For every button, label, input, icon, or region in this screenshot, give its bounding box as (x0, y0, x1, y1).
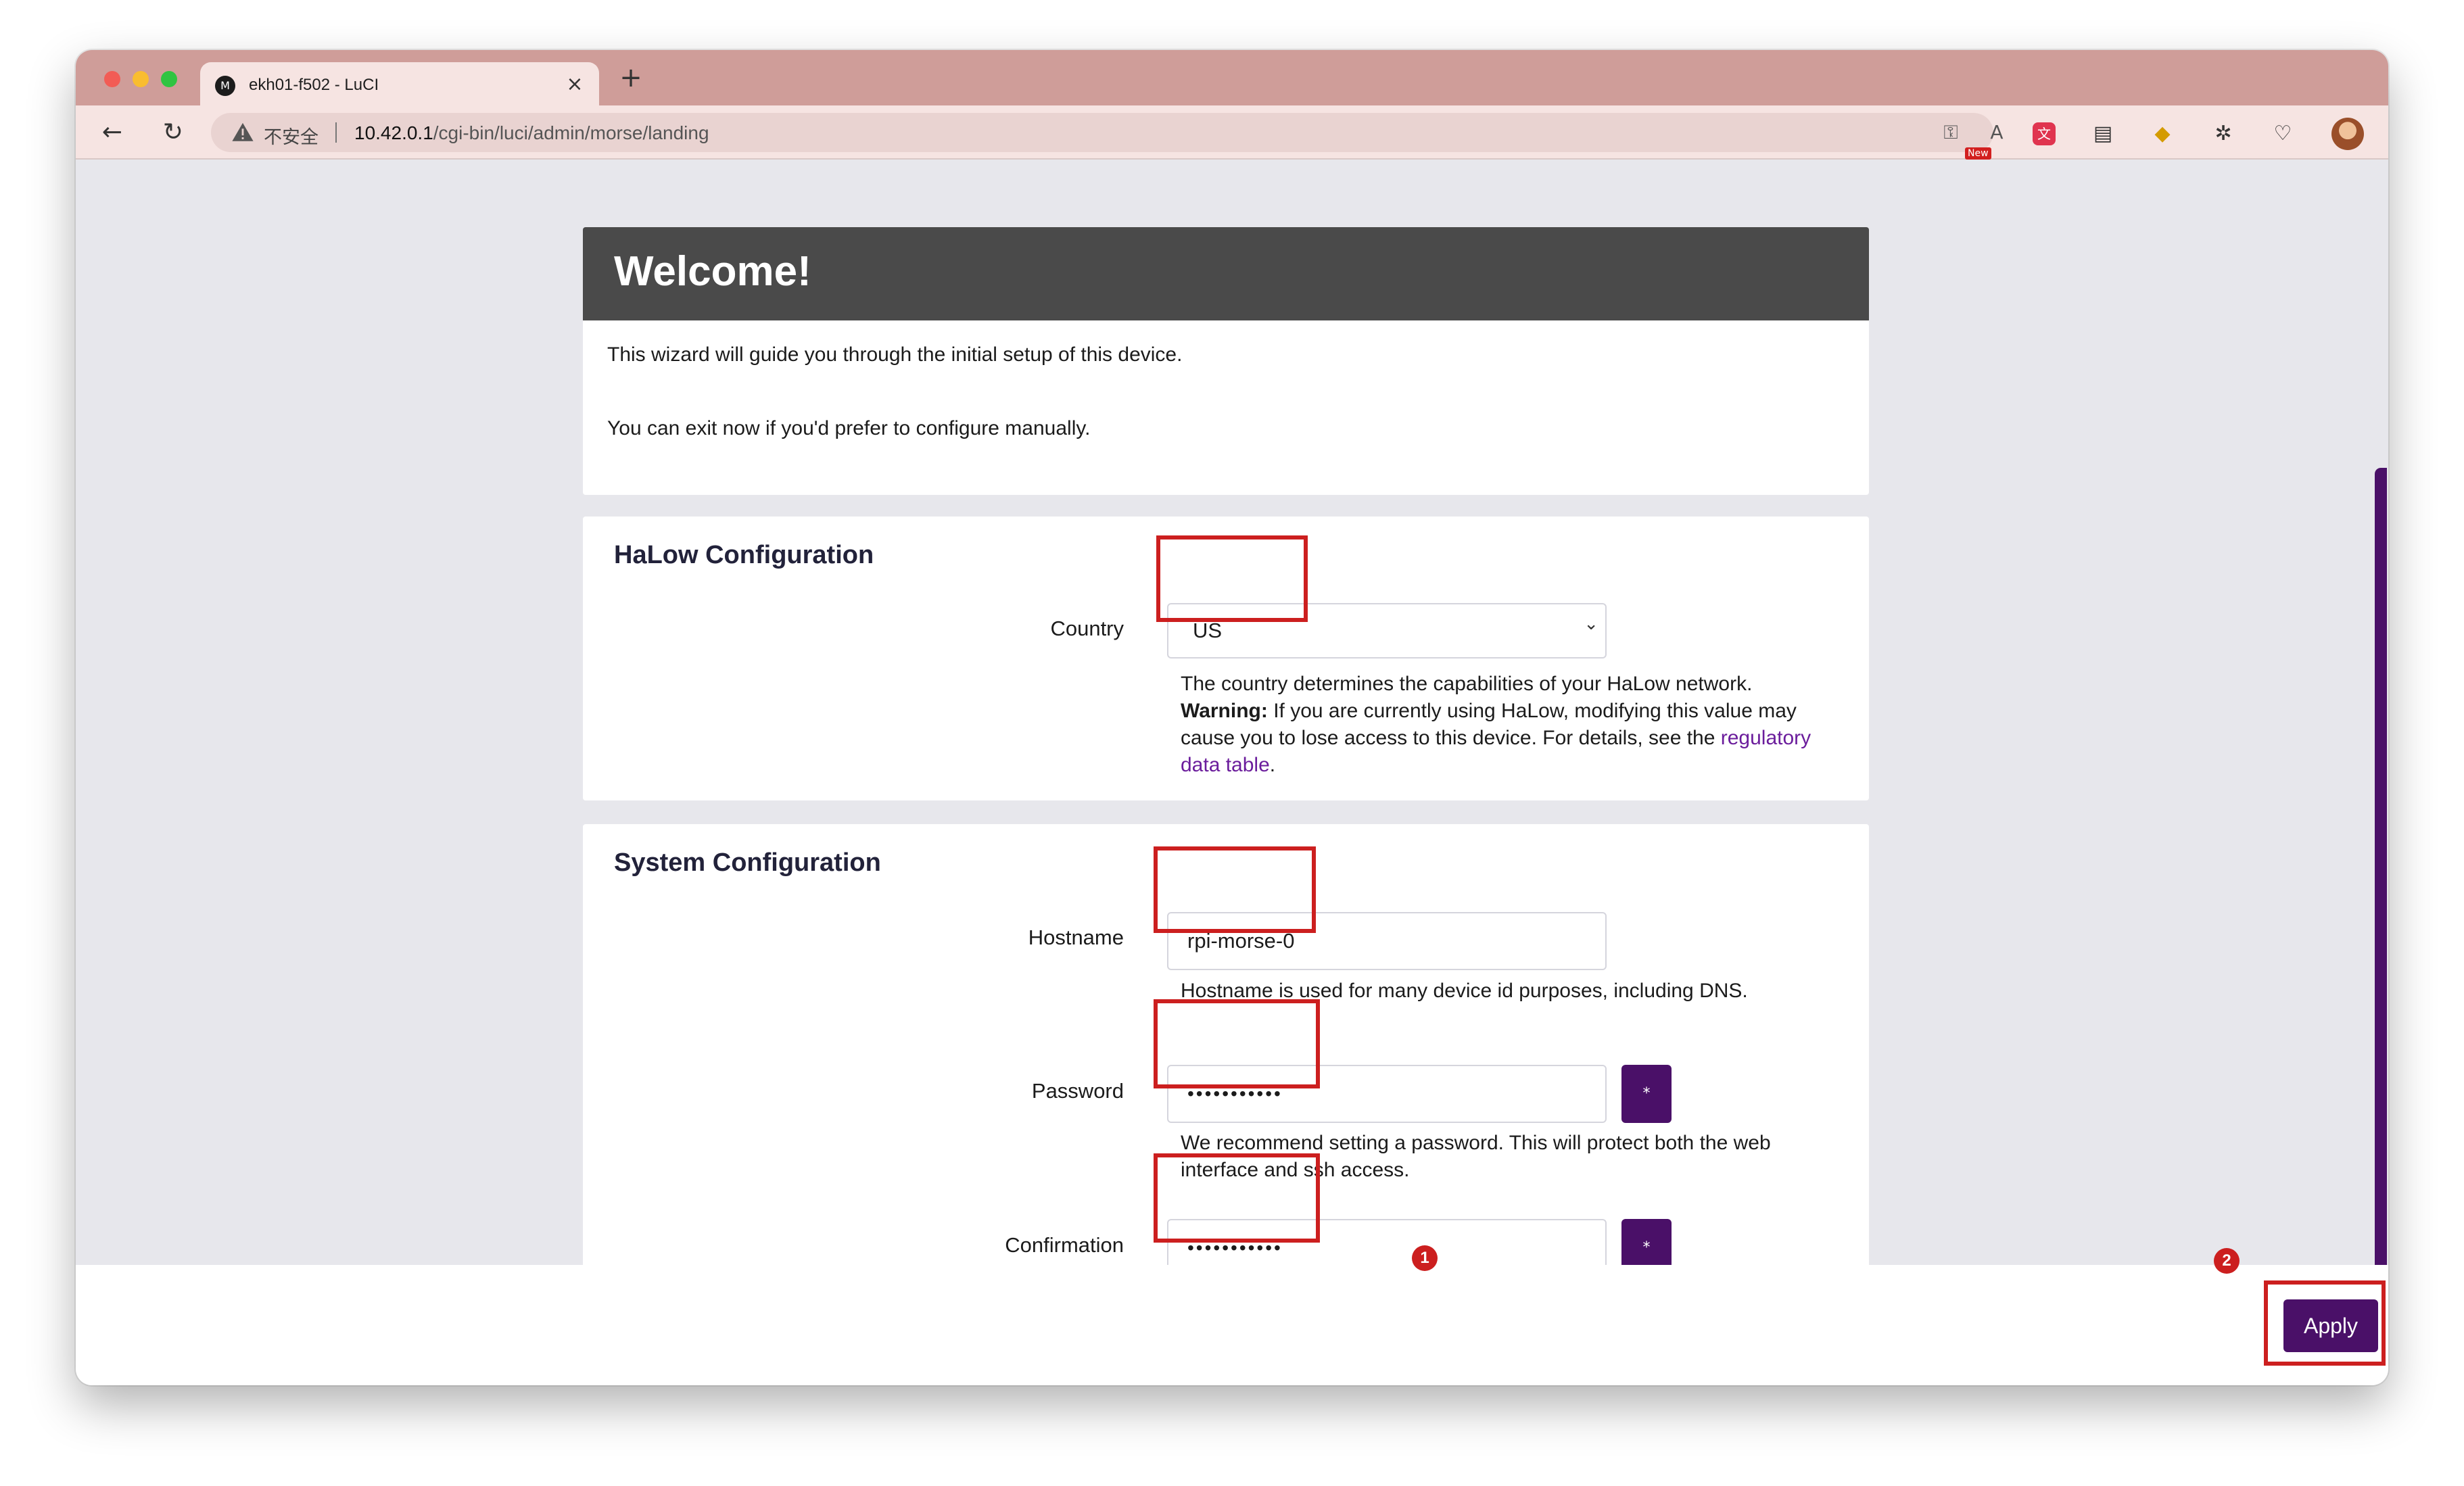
country-help-line2: If you are currently using HaLow, modify… (1267, 700, 1797, 722)
hostname-label: Hostname (1028, 926, 1124, 949)
page-content: Welcome! This wizard will guide you thro… (76, 160, 2388, 1277)
url-host: 10.42.0.1 (354, 122, 433, 143)
new-badge: New (1965, 147, 1991, 160)
annotation-box-password (1154, 999, 1320, 1088)
title-bar: M ekh01-f502 - LuCI × + (76, 50, 2388, 107)
password-key-icon[interactable]: ⚿ (1938, 120, 1964, 145)
back-arrow-icon[interactable]: ← (95, 115, 130, 150)
minimize-window-button[interactable] (133, 71, 149, 87)
country-help-line3: cause you to lose access to this device.… (1181, 727, 1721, 749)
url-path: /cgi-bin/luci/admin/morse/landing (433, 122, 709, 143)
not-secure-label[interactable]: 不安全 (264, 122, 318, 149)
close-window-button[interactable] (104, 71, 120, 87)
read-aloud-icon[interactable]: A (1984, 120, 2010, 145)
footer-bar (76, 1265, 2388, 1385)
password-reveal-button[interactable]: * (1621, 1065, 1672, 1123)
address-bar[interactable]: 不安全 10.42.0.1/cgi-bin/luci/admin/morse/l… (211, 113, 2052, 152)
country-help-line1: The country determines the capabilities … (1181, 673, 1753, 695)
country-help-text: The country determines the capabilities … (1181, 671, 1816, 779)
reload-icon[interactable]: ↻ (156, 115, 191, 150)
extensions-puzzle-icon[interactable]: ✲ (2208, 119, 2238, 149)
system-section-title: System Configuration (614, 848, 881, 877)
confirmation-label: Confirmation (1005, 1233, 1124, 1257)
extension-s-icon[interactable]: ▤ (2088, 119, 2118, 149)
profile-avatar[interactable] (2331, 118, 2364, 150)
regulatory-link-part1[interactable]: regulatory (1721, 727, 1811, 749)
morse-favicon-icon: M (215, 76, 235, 96)
annotation-box-apply (2264, 1280, 2386, 1366)
browser-toolbar: ← ↻ 不安全 10.42.0.1/cgi-bin/luci/admin/mor… (76, 105, 2388, 160)
scrollbar-thumb[interactable] (2375, 468, 2387, 1272)
screen: M ekh01-f502 - LuCI × + ← ↻ 不安全 10.42.0.… (0, 0, 2464, 1486)
extension-translate-icon[interactable]: 文 (2033, 122, 2056, 145)
extension-fox-icon[interactable]: ◆ (2148, 119, 2177, 149)
browser-essentials-heart-icon[interactable]: ♡ (2268, 119, 2298, 149)
new-tab-icon[interactable]: + (615, 62, 646, 93)
welcome-exit-text: You can exit now if you'd prefer to conf… (607, 417, 1091, 439)
warning-label: Warning: (1181, 700, 1268, 722)
halow-section-title: HaLow Configuration (614, 541, 874, 569)
country-selected-value: US (1193, 619, 1223, 642)
welcome-card: This wizard will guide you through the i… (583, 320, 1869, 495)
password-help-line1: We recommend setting a password. This wi… (1181, 1132, 1771, 1154)
period: . (1269, 754, 1276, 776)
maximize-window-button[interactable] (161, 71, 177, 87)
more-menu-icon[interactable]: ··· (2387, 119, 2388, 149)
page-title: Welcome! (614, 248, 811, 295)
tab-title: ekh01-f502 - LuCI (249, 76, 379, 94)
annotation-box-confirmation (1154, 1153, 1320, 1243)
country-label: Country (1050, 617, 1124, 640)
close-tab-icon[interactable]: × (561, 71, 588, 98)
annotation-badge-1: 1 (1412, 1245, 1438, 1271)
annotation-box-country (1156, 535, 1308, 622)
address-separator (335, 122, 337, 143)
welcome-intro-text: This wizard will guide you through the i… (607, 343, 1183, 366)
chevron-down-icon: ⌄ (1584, 614, 1598, 634)
welcome-header: Welcome! (583, 227, 1869, 320)
annotation-box-hostname (1154, 846, 1316, 933)
annotation-badge-2: 2 (2214, 1248, 2240, 1274)
browser-window: M ekh01-f502 - LuCI × + ← ↻ 不安全 10.42.0.… (76, 50, 2388, 1385)
password-label: Password (1031, 1079, 1124, 1103)
warning-triangle-icon (232, 122, 254, 141)
browser-tab[interactable]: M ekh01-f502 - LuCI × (200, 62, 599, 107)
regulatory-link-part2[interactable]: data table (1181, 754, 1270, 776)
url-text[interactable]: 10.42.0.1/cgi-bin/luci/admin/morse/landi… (354, 122, 709, 144)
